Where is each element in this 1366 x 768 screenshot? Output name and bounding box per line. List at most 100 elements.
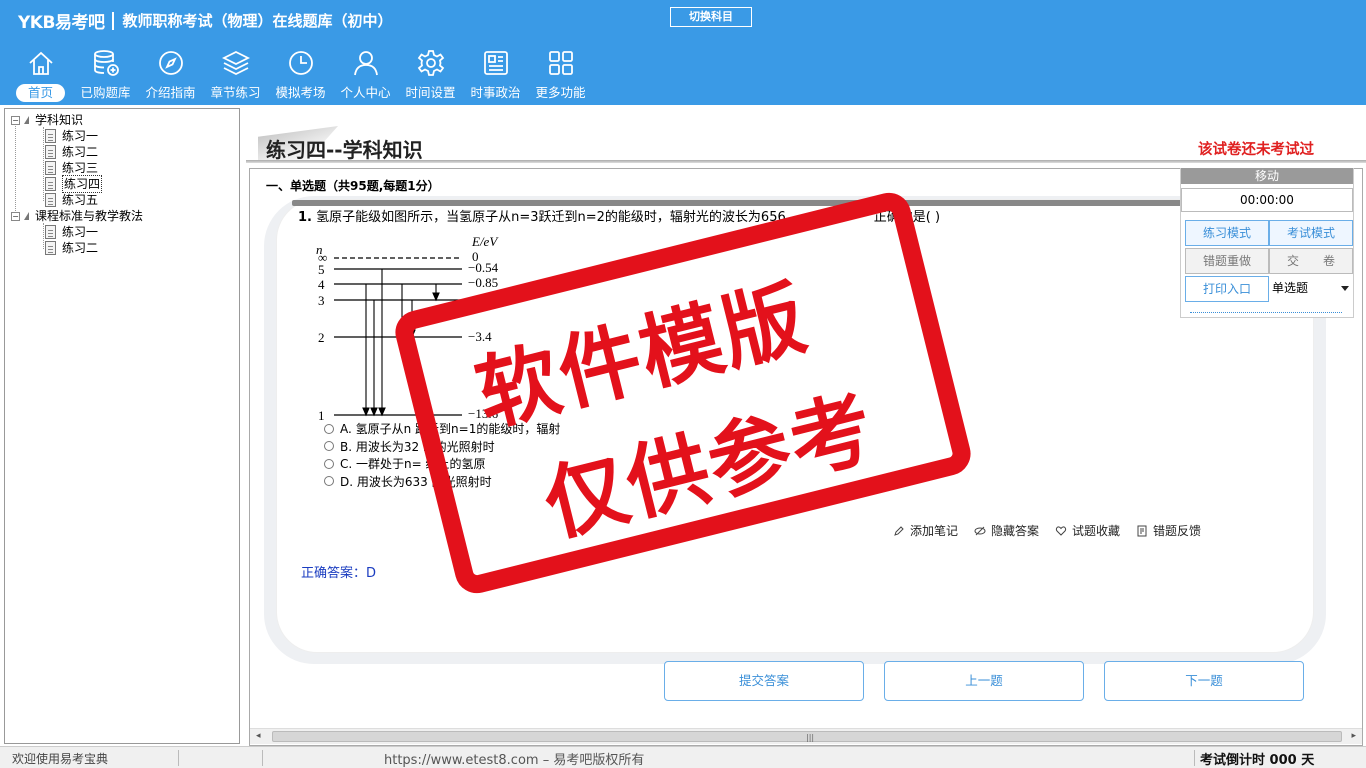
radio-button[interactable] xyxy=(324,476,334,487)
tree-item-selected[interactable]: 练习四 xyxy=(45,175,103,193)
nav-home[interactable]: 首页 xyxy=(8,48,73,104)
correct-answer: 正确答案：D xyxy=(301,562,376,581)
exam-title: 练习四--学科知识 xyxy=(266,138,423,162)
nav-time-settings[interactable]: 时间设置 xyxy=(398,48,463,104)
submit-answer-button[interactable]: 提交答案 xyxy=(664,661,864,701)
report-error-button[interactable]: 错题反馈 xyxy=(1136,522,1201,539)
app-title: 教师职称考试（物理）在线题库（初中） xyxy=(122,12,393,30)
tree-item-label: 练习四 xyxy=(62,175,103,193)
practice-mode-button[interactable]: 练习模式 xyxy=(1185,220,1269,246)
tree-item[interactable]: 练习二 xyxy=(45,144,98,160)
tree-item-label: 练习三 xyxy=(62,161,99,175)
exam-status: 该试卷还未考试过 xyxy=(1198,142,1314,158)
level-n-4: 4 xyxy=(318,277,325,292)
nav-current-affairs[interactable]: 时事政治 xyxy=(463,48,528,104)
hand-in-button[interactable]: 交 卷 xyxy=(1269,248,1353,274)
question-type-value: 单选题 xyxy=(1272,281,1309,295)
nav-label: 模拟考场 xyxy=(275,85,326,100)
tree-group-curriculum[interactable]: − 课程标准与教学教法 xyxy=(11,208,143,224)
add-note-button[interactable]: 添加笔记 xyxy=(893,522,958,539)
answer-label: 正确答案： xyxy=(301,566,367,581)
panel-move-handle[interactable]: 移动 xyxy=(1181,168,1353,184)
nav-label: 章节练习 xyxy=(210,85,261,100)
tree-group-label: 学科知识 xyxy=(35,113,84,127)
print-entry-button[interactable]: 打印入口 xyxy=(1185,276,1269,302)
tree-group-label: 课程标准与教学教法 xyxy=(35,209,144,223)
switch-subject-button[interactable]: 切换科目 xyxy=(670,7,752,27)
collapse-icon[interactable]: − xyxy=(11,211,20,221)
status-divider xyxy=(1194,750,1195,766)
logo: YKB易考吧 xyxy=(18,13,105,33)
radio-button[interactable] xyxy=(324,458,334,469)
user-icon xyxy=(353,51,378,76)
favorite-label: 试题收藏 xyxy=(1072,524,1121,538)
pencil-icon xyxy=(894,525,904,536)
collapse-icon[interactable]: − xyxy=(11,115,20,125)
level-n-2: 2 xyxy=(318,330,325,345)
nav-chapter-practice[interactable]: 章节练习 xyxy=(203,48,268,104)
redo-wrong-button[interactable]: 错题重做 xyxy=(1185,248,1269,274)
radio-button[interactable] xyxy=(324,441,334,452)
title-divider xyxy=(246,160,1366,163)
tree-connector xyxy=(15,123,16,219)
grid-icon xyxy=(548,51,573,75)
nav-label: 已购题库 xyxy=(80,85,131,100)
status-bar: 欢迎使用易考宝典 https://www.etest8.com – 易考吧版权所… xyxy=(0,746,1366,768)
tree-item-label: 练习五 xyxy=(62,193,99,207)
level-e-5: −0.54 xyxy=(468,260,499,275)
nav-label: 介绍指南 xyxy=(145,85,196,100)
document-icon xyxy=(45,145,56,159)
favorite-button[interactable]: 试题收藏 xyxy=(1055,522,1120,539)
level-e-4: −0.85 xyxy=(468,275,498,290)
feedback-icon xyxy=(1137,525,1147,536)
scroll-right-icon[interactable]: ▸ xyxy=(1351,731,1356,741)
tree-item[interactable]: 练习一 xyxy=(45,128,98,144)
document-icon xyxy=(45,225,56,239)
grip-icon: ||| xyxy=(806,733,815,742)
gear-icon xyxy=(417,50,444,76)
answer-value: D xyxy=(366,566,377,581)
tree-item[interactable]: 练习五 xyxy=(45,192,98,208)
nav-mock-exam[interactable]: 模拟考场 xyxy=(268,48,333,104)
horizontal-scrollbar[interactable]: ◂ ||| ▸ xyxy=(250,728,1362,744)
radio-button[interactable] xyxy=(324,423,334,434)
question-type-select[interactable]: 单选题 xyxy=(1269,275,1353,301)
add-note-label: 添加笔记 xyxy=(910,524,959,538)
panel-footer xyxy=(1190,312,1342,316)
compass-icon xyxy=(158,51,183,75)
hide-answer-button[interactable]: 隐藏答案 xyxy=(974,522,1039,539)
document-search-icon xyxy=(45,177,56,191)
tree-item[interactable]: 练习二 xyxy=(45,240,98,256)
welcome-text: 欢迎使用易考宝典 xyxy=(12,752,109,766)
nav-label: 更多功能 xyxy=(535,85,586,100)
tree-item-label: 练习一 xyxy=(62,129,99,143)
tree-item[interactable]: 练习三 xyxy=(45,160,98,176)
scroll-left-icon[interactable]: ◂ xyxy=(256,731,261,741)
status-divider xyxy=(178,750,179,766)
document-icon xyxy=(45,193,56,207)
nav-label: 个人中心 xyxy=(340,85,391,100)
document-icon xyxy=(45,129,56,143)
level-n-5: 5 xyxy=(318,262,325,277)
nav-purchased[interactable]: 已购题库 xyxy=(73,48,138,104)
tree-group-subject[interactable]: − 学科知识 xyxy=(11,112,83,128)
nav-label: 时间设置 xyxy=(405,85,456,100)
eye-slash-icon xyxy=(974,526,986,535)
nav-label: 首页 xyxy=(15,84,65,102)
next-question-button[interactable]: 下一题 xyxy=(1104,661,1304,701)
scrollbar-thumb[interactable]: ||| xyxy=(272,731,1342,742)
nav-more[interactable]: 更多功能 xyxy=(528,48,593,104)
prev-question-button[interactable]: 上一题 xyxy=(884,661,1084,701)
brand: YKB易考吧 教师职称考试（物理）在线题库（初中） xyxy=(18,8,392,33)
copyright-text: https://www.etest8.com – 易考吧版权所有 xyxy=(384,753,645,768)
database-icon xyxy=(93,50,119,76)
exam-mode-button[interactable]: 考试模式 xyxy=(1269,220,1353,246)
app-header: YKB易考吧 教师职称考试（物理）在线题库（初中） 切换科目 首页 已购题库 介… xyxy=(0,0,1366,105)
chevron-down-icon xyxy=(1341,286,1349,291)
question-text: 氢原子能级如图所示，当氢原子从n=3跃迁到n=2的能级时，辐射光的波长为656 xyxy=(316,210,786,225)
nav-guide[interactable]: 介绍指南 xyxy=(138,48,203,104)
nav-profile[interactable]: 个人中心 xyxy=(333,48,398,104)
tree-item-label: 练习二 xyxy=(62,145,99,159)
tree-item[interactable]: 练习一 xyxy=(45,224,98,240)
home-icon xyxy=(28,51,53,75)
